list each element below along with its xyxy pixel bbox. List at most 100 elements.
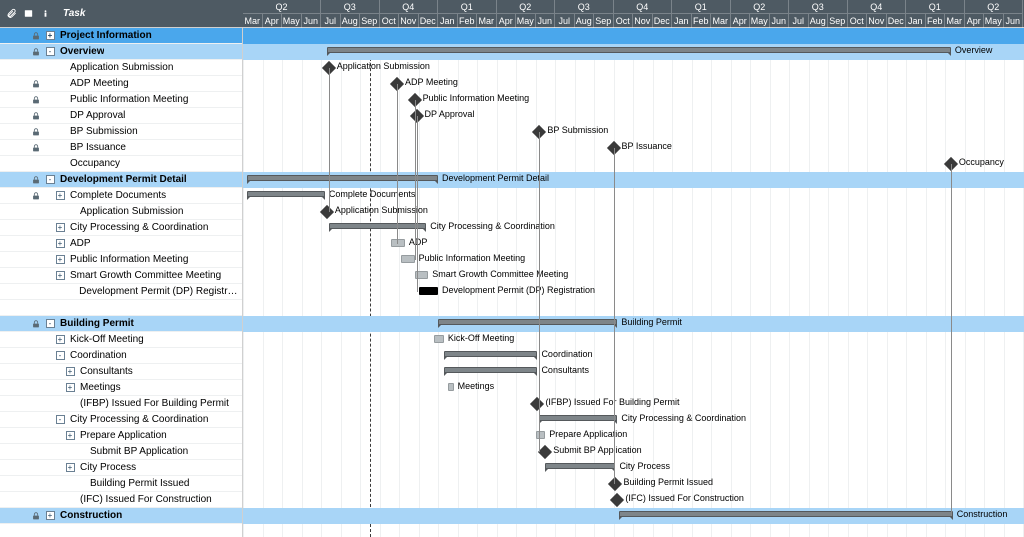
month-header: Aug [575,14,595,28]
expand-icon[interactable]: + [66,431,75,440]
milestone-icon[interactable] [320,205,334,219]
month-header: Feb [458,14,478,28]
quarter-header: Q2 [243,0,321,14]
task-row-city-proc[interactable]: +City Processing & Coordination [0,220,242,236]
task-row-dp-app-sub[interactable]: Application Submission [0,204,242,220]
collapse-icon[interactable]: - [46,175,55,184]
month-header: Jul [789,14,809,28]
task-row-prep-app[interactable]: +Prepare Application [0,428,242,444]
task-row-city-process[interactable]: +City Process [0,460,242,476]
expand-icon[interactable]: + [66,463,75,472]
milestone-label: Occupancy [959,157,1004,167]
gantt-bar[interactable] [448,383,454,391]
month-header: Apr [497,14,517,28]
gantt-bar[interactable] [329,223,427,229]
task-row-submit-bp[interactable]: Submit BP Application [0,444,242,460]
month-header: Dec [653,14,673,28]
task-row-occ[interactable]: Occupancy [0,156,242,172]
month-header: Jul [555,14,575,28]
quarter-header: Q4 [380,0,439,14]
gantt-bar[interactable] [545,463,615,469]
collapse-icon[interactable]: - [46,47,55,56]
task-row-comp-docs[interactable]: +Complete Documents [0,188,242,204]
month-header: Dec [419,14,439,28]
task-list-pane[interactable]: +Project Information-OverviewApplication… [0,28,243,537]
dependency-line [539,132,540,452]
month-header: Oct [848,14,868,28]
task-row-ifc[interactable]: (IFC) Issued For Construction [0,492,242,508]
task-row-city-proc2[interactable]: -City Processing & Coordination [0,412,242,428]
expand-icon[interactable]: + [56,191,65,200]
task-row-adp-mtg[interactable]: ADP Meeting [0,76,242,92]
task-row-overview[interactable]: -Overview [0,44,242,60]
task-row-pub-info[interactable]: Public Information Meeting [0,92,242,108]
month-header: Mar [945,14,965,28]
collapse-icon[interactable]: - [46,319,55,328]
task-row-bp-sub[interactable]: BP Submission [0,124,242,140]
bar-label: Coordination [541,349,592,359]
milestone-label: (IFC) Issued For Construction [625,493,744,503]
task-row-dp-appr[interactable]: DP Approval [0,108,242,124]
gantt-pane[interactable]: OverviewApplication SubmissionADP Meetin… [243,28,1024,537]
task-row-spacer1[interactable] [0,300,242,316]
gantt-bar[interactable] [444,351,538,357]
task-row-ifbp[interactable]: (IFBP) Issued For Building Permit [0,396,242,412]
task-row-construction[interactable]: +Construction [0,508,242,524]
expand-icon[interactable]: + [46,511,55,520]
gantt-bar[interactable] [444,367,538,373]
task-row-adp[interactable]: +ADP [0,236,242,252]
task-label: Occupancy [66,158,120,169]
expand-icon[interactable]: + [56,271,65,280]
bar-label: Smart Growth Committee Meeting [432,269,568,279]
quarter-header: Q2 [731,0,790,14]
expand-icon[interactable]: + [56,255,65,264]
attachment-icon[interactable] [6,8,17,19]
month-header: Sep [360,14,380,28]
gantt-bar[interactable] [619,511,952,517]
milestone-icon[interactable] [608,477,622,491]
task-row-dev-permit[interactable]: -Development Permit Detail [0,172,242,188]
gantt-bar[interactable] [401,255,415,263]
expand-icon[interactable]: + [56,335,65,344]
task-row-bld-permit[interactable]: -Building Permit [0,316,242,332]
task-row-coord[interactable]: -Coordination [0,348,242,364]
gantt-bar[interactable] [539,415,617,421]
bar-label: Development Permit (DP) Registration [442,285,595,295]
gantt-bar[interactable] [247,175,438,181]
gantt-bar[interactable] [438,319,617,325]
milestone-icon[interactable] [530,397,544,411]
task-row-bp-iss[interactable]: BP Issuance [0,140,242,156]
task-row-proj-info[interactable]: +Project Information [0,28,242,44]
bar-label: Construction [957,509,1008,519]
task-row-meetings[interactable]: +Meetings [0,380,242,396]
task-row-app-sub[interactable]: Application Submission [0,60,242,76]
quarter-header: Q1 [438,0,497,14]
task-row-bp-issued[interactable]: Building Permit Issued [0,476,242,492]
gantt-bar[interactable] [434,335,444,343]
month-header: Nov [399,14,419,28]
milestone-icon[interactable] [610,493,624,507]
task-row-pub-info2[interactable]: +Public Information Meeting [0,252,242,268]
header-left: Task [0,0,243,27]
expand-icon[interactable]: + [66,367,75,376]
task-label: Development Permit Detail [56,174,187,185]
task-row-kickoff[interactable]: +Kick-Off Meeting [0,332,242,348]
gantt-row-app-sub: Application Submission [243,60,1024,76]
gantt-bar[interactable] [327,47,951,53]
note-icon[interactable] [23,8,34,19]
task-label: ADP Meeting [66,78,129,89]
task-column-header[interactable]: Task [63,8,85,19]
milestone-label: ADP Meeting [405,77,458,87]
collapse-icon[interactable]: - [56,351,65,360]
expand-icon[interactable]: + [56,239,65,248]
expand-icon[interactable]: + [56,223,65,232]
task-row-consult[interactable]: +Consultants [0,364,242,380]
gantt-bar[interactable] [419,287,439,295]
task-row-dp-reg[interactable]: Development Permit (DP) Registration [0,284,242,300]
info-icon[interactable] [40,8,51,19]
task-row-sgc[interactable]: +Smart Growth Committee Meeting [0,268,242,284]
expand-icon[interactable]: + [66,383,75,392]
expand-icon[interactable]: + [46,31,55,40]
gantt-bar[interactable] [247,191,325,197]
collapse-icon[interactable]: - [56,415,65,424]
